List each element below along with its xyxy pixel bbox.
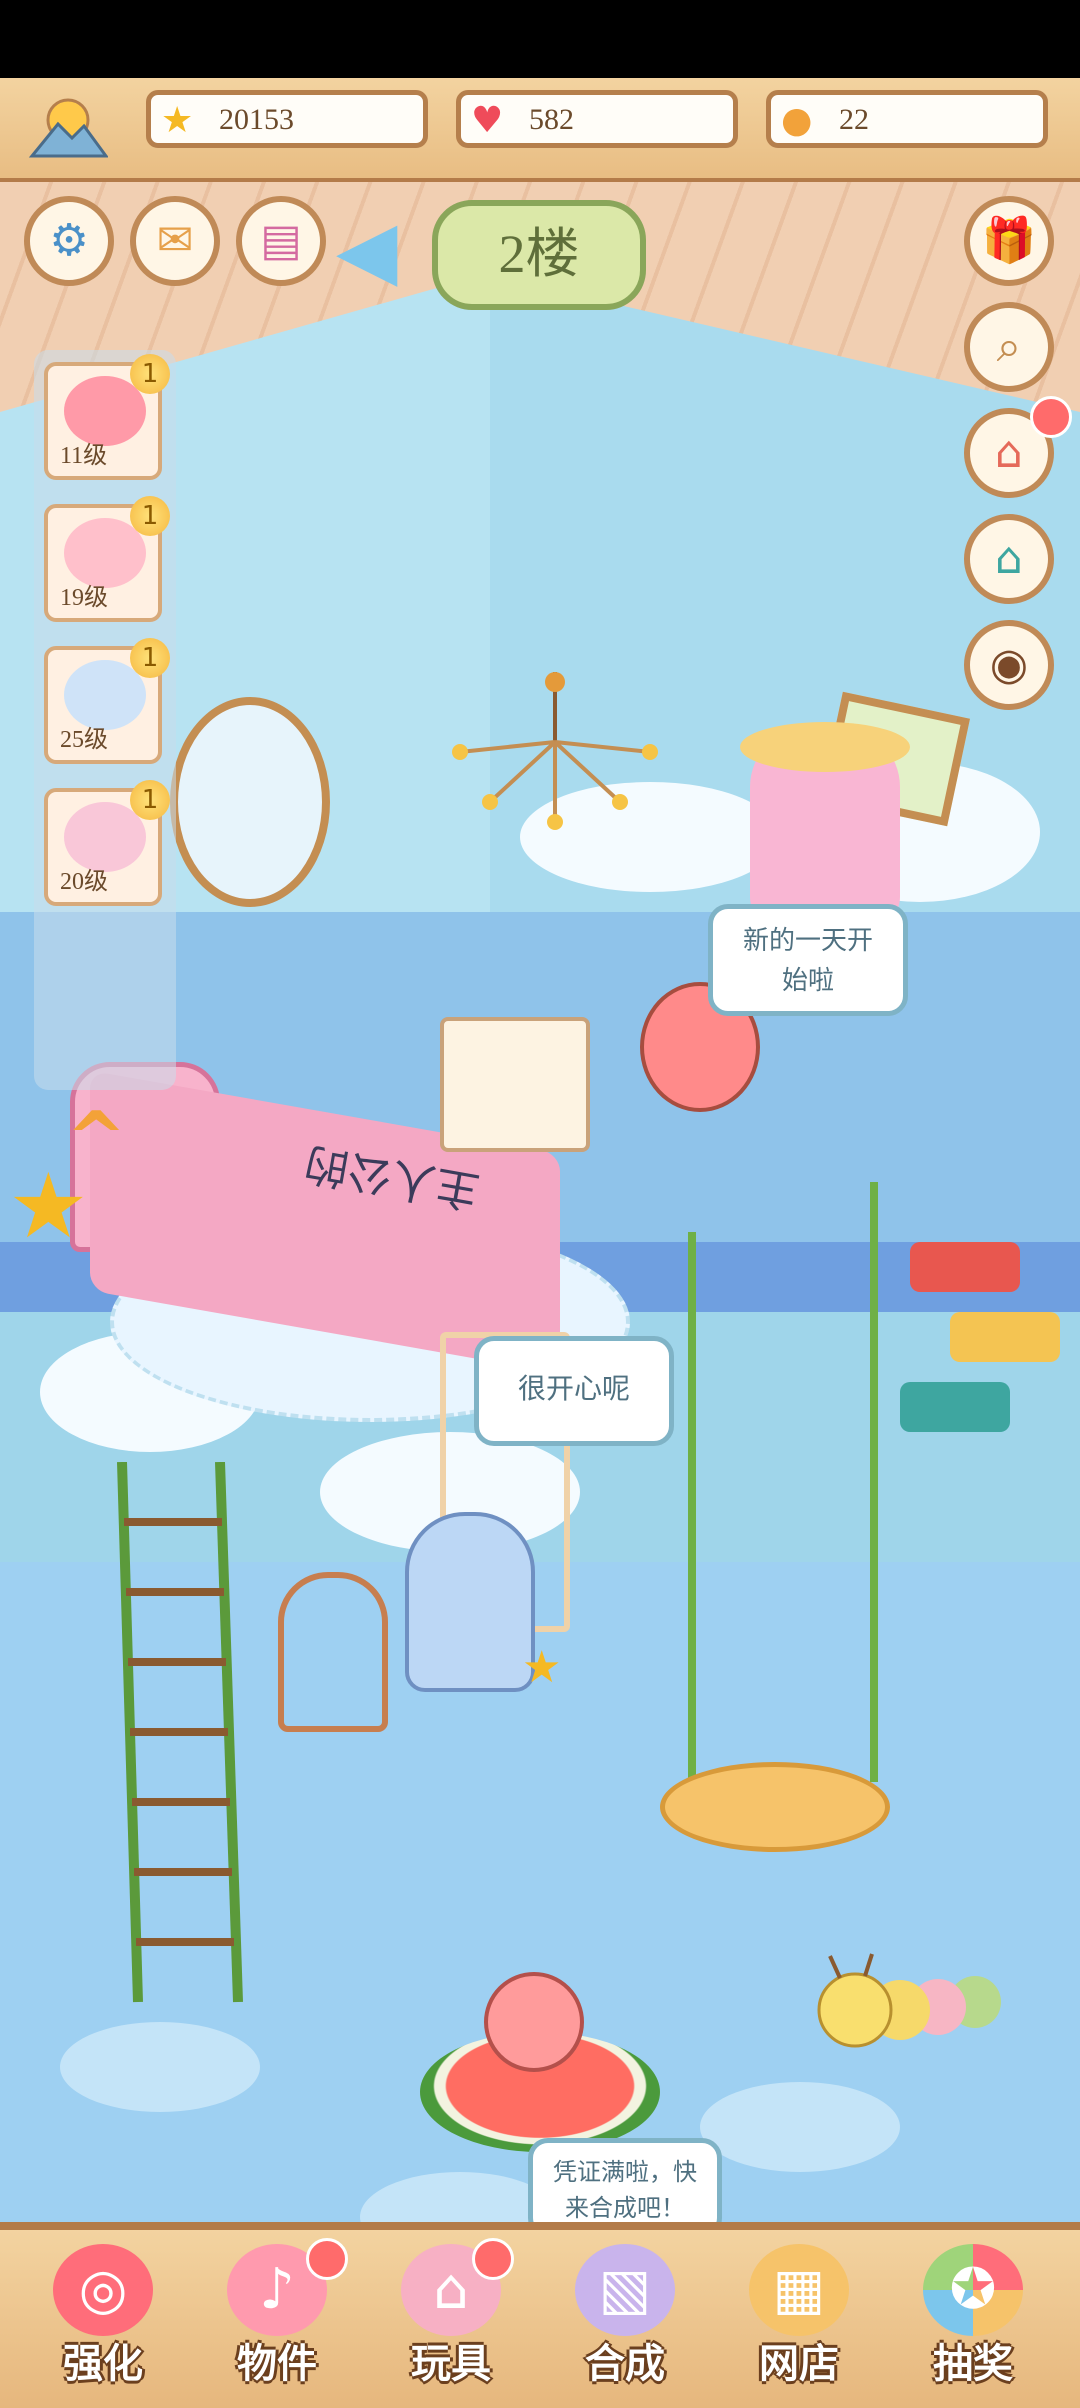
nav-label: 网店 <box>759 2341 839 2387</box>
chandelier[interactable] <box>440 672 670 832</box>
nav-label: 强化 <box>63 2341 143 2387</box>
back-arrow-icon[interactable]: ◀ <box>336 210 398 290</box>
notification-dot <box>1030 396 1072 438</box>
character-level: 20级 <box>60 869 108 895</box>
character-level: 25级 <box>60 727 108 753</box>
merge-hint-bubble: 凭证满啦，快来合成吧！ <box>528 2138 722 2232</box>
character-level: 11级 <box>60 443 108 469</box>
shelf-speech-bubble: 很开心呢 <box>474 1336 674 1446</box>
gift-box-icon[interactable]: 🎁 <box>964 196 1054 286</box>
stars-value: 20153 <box>219 103 294 136</box>
character-card[interactable]: 11级 1 <box>44 354 170 480</box>
swing-vine-right <box>870 1182 878 1782</box>
straw-hat <box>740 722 910 772</box>
nav-merge-button[interactable]: ▧ 合成 <box>550 2244 700 2404</box>
chevron-up-icon[interactable]: ^ <box>66 1102 126 1174</box>
currency-bar: ★ 20153 ♥ 582 ● 22 <box>0 78 1080 184</box>
home-switch-icon[interactable]: ⌂ <box>964 514 1054 604</box>
character-badge: 1 <box>130 496 170 536</box>
star-icon: ★ <box>161 100 194 141</box>
cards-icon: ▧ <box>575 2244 675 2336</box>
vine-rope-ladder[interactable] <box>110 1462 250 2022</box>
mail-envelope-icon[interactable]: ✉ <box>130 196 220 286</box>
nav-lottery-button[interactable]: ✪ 抽奖 <box>898 2244 1048 2404</box>
nav-label: 玩具 <box>411 2341 491 2387</box>
character-badge: 1 <box>130 780 170 820</box>
character-card[interactable]: 20级 1 <box>44 780 170 906</box>
nightstand[interactable] <box>440 1017 590 1152</box>
hearts-counter: ♥ 582 <box>456 90 738 148</box>
blue-hair-girl-character[interactable] <box>405 1512 535 1692</box>
oval-mirror[interactable] <box>170 697 330 907</box>
hearts-value: 582 <box>529 103 574 136</box>
shop-icon: ▦ <box>749 2244 849 2336</box>
character-level: 19级 <box>60 585 108 611</box>
plant-terrarium[interactable] <box>278 1572 388 1732</box>
sun-mountain-icon[interactable] <box>28 90 108 160</box>
nav-label: 抽奖 <box>933 2341 1013 2387</box>
nav-label: 合成 <box>585 2341 665 2387</box>
girl-speech-bubble: 新的一天开始啦 <box>708 904 908 1016</box>
cracked-egg[interactable] <box>484 1972 584 2072</box>
paw-coin-value: 22 <box>839 103 869 136</box>
star-toy-icon[interactable]: ★ <box>522 1642 561 1693</box>
heart-icon: ♥ <box>471 100 504 141</box>
eye-icon[interactable]: ◉ <box>964 620 1054 710</box>
floor-heart-pattern <box>60 2022 260 2112</box>
magnifier-icon[interactable]: ⌕ <box>964 302 1054 392</box>
red-arrow-left-icon[interactable] <box>910 1242 1020 1292</box>
character-badge: 1 <box>130 354 170 394</box>
teal-arrow-left-icon[interactable] <box>900 1382 1010 1432</box>
lollipop-icon: ◎ <box>53 2244 153 2336</box>
character-card[interactable]: 19级 1 <box>44 496 170 622</box>
character-badge: 1 <box>130 638 170 678</box>
character-card[interactable]: 25级 1 <box>44 638 170 764</box>
leaf-swing[interactable] <box>660 1762 890 1852</box>
stars-counter: ★ 20153 <box>146 90 428 148</box>
nav-enhance-button[interactable]: ◎ 强化 <box>28 2244 178 2404</box>
nav-shop-button[interactable]: ▦ 网店 <box>724 2244 874 2404</box>
bottom-navigation: ◎ 强化 ♪ 物件 ⌂ 玩具 ▧ 合成 ▦ 网店 ✪ 抽奖 <box>0 2222 1080 2408</box>
settings-gear-icon[interactable]: ⚙ <box>24 196 114 286</box>
status-bar <box>0 0 1080 78</box>
paw-coin-icon: ● <box>781 100 813 141</box>
caterpillar-toy[interactable] <box>810 1952 1010 2052</box>
floor-sign: 2楼 <box>432 200 646 310</box>
notification-dot <box>472 2238 514 2280</box>
lottery-wheel-icon: ✪ <box>923 2244 1023 2336</box>
paw-coin-counter: ● 22 <box>766 90 1048 148</box>
swing-vine-left <box>688 1232 696 1792</box>
yellow-arrow-right-icon[interactable] <box>950 1312 1060 1362</box>
book-icon[interactable]: ▤ <box>236 196 326 286</box>
notification-dot <box>306 2238 348 2280</box>
nav-label: 物件 <box>237 2341 317 2387</box>
floor-heart-pattern <box>700 2082 900 2172</box>
